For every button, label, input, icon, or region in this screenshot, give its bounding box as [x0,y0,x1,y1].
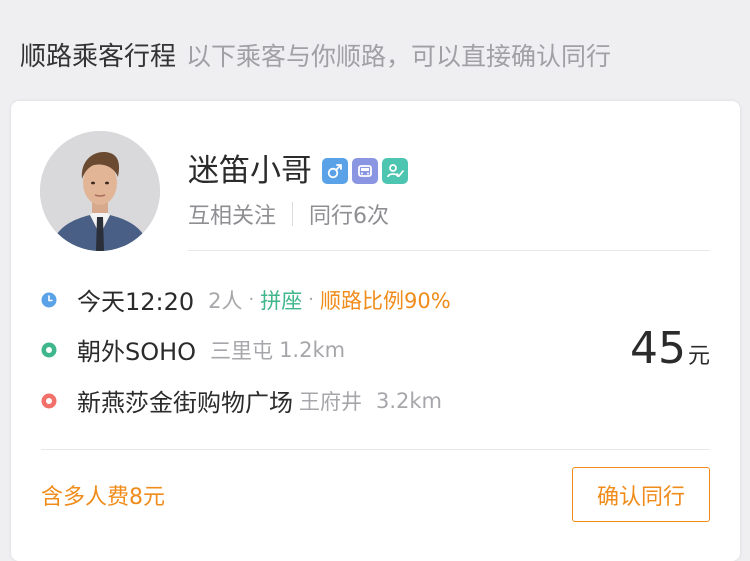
trip-origin-row: 朝外SOHO 三里屯 1.2km [41,332,345,367]
match-ratio-tag: 顺路比例90% [320,288,451,313]
destination-district: 王府井 [299,389,362,414]
divider [41,449,710,450]
section-title: 顺路乘客行程 [20,42,177,72]
destination-name: 新燕莎金街购物广场 [77,389,293,417]
avatar-image [40,131,160,251]
origin-name: 朝外SOHO [77,338,197,366]
price-unit: 元 [687,344,710,369]
male-icon [322,158,348,184]
passenger-count: 2人 [208,288,243,313]
trip-price: 45 元 [630,323,710,374]
departure-time: 今天12:20 [77,288,195,316]
trips-together-label: 同行6次 [309,204,390,229]
passenger-name-row: 迷笛小哥 [188,151,408,191]
passenger-trip-card[interactable]: 迷笛小哥 互相关注 同行6次 今天12:20 2人 · 拼座 · 顺路比例90%… [11,101,740,561]
extra-fee-label: 含多人费8元 [41,485,165,510]
section-subtitle: 以下乘客与你顺路，可以直接确认同行 [186,42,612,71]
confirm-ride-button[interactable]: 确认同行 [572,467,710,522]
carpool-tag: 拼座 [260,288,303,313]
clock-icon [41,292,57,308]
passenger-meta: 互相关注 同行6次 [188,198,389,230]
trip-destination-row: 新燕莎金街购物广场 王府井 3.2km [41,383,442,418]
separator-dot: · [248,289,255,310]
section-header: 顺路乘客行程 以下乘客与你顺路，可以直接确认同行 [20,36,611,76]
relation-label: 互相关注 [188,204,277,229]
destination-distance: 3.2km [376,388,443,413]
meta-divider [292,202,294,226]
passenger-name: 迷笛小哥 [188,153,312,189]
passenger-avatar[interactable] [40,131,160,251]
car-icon [352,158,378,184]
origin-distance: 1.2km [279,337,346,362]
verified-user-icon [382,158,408,184]
price-amount: 45 [629,323,686,374]
separator-dot: · [308,289,315,310]
origin-district: 三里屯 [210,338,274,363]
trip-time-row: 今天12:20 2人 · 拼座 · 顺路比例90% [41,282,451,317]
origin-dot-icon [41,342,57,358]
destination-dot-icon [41,393,57,409]
divider [188,250,710,251]
